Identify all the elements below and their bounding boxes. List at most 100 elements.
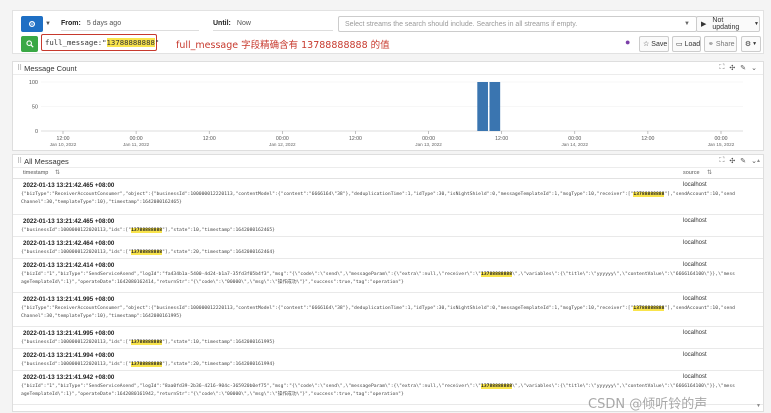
message-row[interactable]: 2022-01-13 13:21:41.994 +08:00 localhost {… (13, 349, 763, 371)
search-match-highlight: 13788888888 (131, 250, 163, 255)
gear-icon (28, 20, 36, 28)
message-text: {"businessId":1000000122020113,"ids":[" (21, 340, 132, 345)
message-body: {"businessId":1000000122020113,"ids":["1… (21, 249, 737, 257)
time-range-until[interactable]: Until: Now (213, 17, 333, 31)
message-body: {"businessId":1000000122020113,"ids":["1… (21, 227, 737, 235)
message-count-widget: ⠿ Message Count ⛶ ✣ ✎ ⌄ 100 50 0 12:00 Jan 1… (12, 61, 764, 151)
search-match-highlight: 13788888888 (131, 340, 163, 345)
until-label: Until: (213, 20, 231, 27)
load-search-button[interactable]: ▭ Load (672, 36, 701, 52)
sort-icon[interactable]: ⇅ (707, 169, 712, 176)
star-icon: ☆ (643, 41, 650, 48)
share-icon: ⚭ (708, 41, 714, 48)
message-row[interactable]: 2022-01-13 13:21:42.464 +08:00 localhost {… (13, 237, 763, 259)
chevron-down-icon[interactable]: ⌄ (751, 64, 757, 72)
message-row[interactable]: 2022-01-13 13:21:42.414 +08:00 localhost {… (13, 259, 763, 293)
drag-handle-icon[interactable]: ⠿ (17, 157, 22, 165)
column-header-timestamp[interactable]: timestamp (23, 170, 48, 176)
message-timestamp: 2022-01-13 13:21:41.942 +08:00 (23, 374, 115, 381)
stream-select[interactable]: Select streams the search should include… (338, 16, 697, 32)
message-timestamp: 2022-01-13 13:21:41.994 +08:00 (23, 352, 115, 359)
expand-icon[interactable]: ✣ (729, 157, 735, 165)
search-match-highlight: 13788888888 (131, 228, 163, 233)
save-label: Save (651, 40, 668, 48)
time-range-from[interactable]: From: 5 days ago (61, 17, 199, 31)
refresh-update-button[interactable]: ▶ Not updating ▼ (696, 16, 760, 32)
message-text: {"bizId":"1","bizType":"SendServiceAsend… (21, 272, 482, 277)
x-tick-date-label: Jan 15, 2022 (708, 142, 735, 147)
message-text: {"bizType":"ReceiverAccountConsumer","ob… (21, 192, 634, 197)
y-tick-label: 100 (29, 80, 38, 86)
message-source: localhost (683, 352, 707, 358)
message-count-header: ⠿ Message Count ⛶ ✣ ✎ ⌄ (13, 62, 763, 75)
column-header-source[interactable]: source (683, 170, 700, 176)
search-top-row: ▼ From: 5 days ago Until: Now Select str… (21, 16, 761, 32)
message-body: {"bizType":"ReceiverAccountConsumer","ob… (21, 191, 737, 207)
search-type-button[interactable] (21, 16, 43, 32)
widget-title: All Messages (24, 156, 69, 166)
widget-toolbar: ⛶ ✣ ✎ ⌄ (719, 64, 757, 72)
search-button[interactable] (21, 36, 38, 52)
scroll-down-icon[interactable]: ▼ (756, 403, 761, 409)
message-source: localhost (683, 262, 707, 268)
edit-icon[interactable]: ✎ (740, 64, 746, 72)
focus-icon[interactable]: ⛶ (719, 157, 724, 165)
refresh-update-label: Not updating (712, 17, 740, 31)
search-match-highlight: 13788888888 (633, 306, 665, 311)
x-tick-label: 12:00 (203, 136, 216, 142)
pin-icon[interactable]: ● (625, 37, 630, 47)
message-timestamp: 2022-01-13 13:21:41.995 +08:00 (23, 296, 115, 303)
message-timestamp: 2022-01-13 13:21:42.464 +08:00 (23, 240, 115, 247)
x-tick-label: 12:00 (495, 136, 508, 142)
edit-icon[interactable]: ✎ (740, 157, 746, 165)
x-tick-date-label: Jan 14, 2022 (561, 142, 588, 147)
messages-table-header: timestamp ⇅ source ⇅ (13, 168, 763, 179)
widget-title: Message Count (24, 63, 77, 73)
save-search-button[interactable]: ☆ Save (639, 36, 669, 52)
watermark: CSDN @倾听铃的声 (588, 397, 708, 412)
all-messages-header: ⠿ All Messages ⛶ ✣ ✎ ⌄ (13, 155, 763, 168)
message-timestamp: 2022-01-13 13:21:42.465 +08:00 (23, 218, 115, 225)
message-timestamp: 2022-01-13 13:21:42.414 +08:00 (23, 262, 115, 269)
message-text: {"bizId":"1","bizType":"SendServiceAsend… (21, 384, 482, 389)
messages-list: 2022-01-13 13:21:42.465 +08:00 localhost {… (13, 179, 763, 405)
chevron-down-icon: ▼ (754, 21, 759, 27)
scroll-up-icon[interactable]: ▲ (756, 158, 761, 164)
more-actions-button[interactable]: ⚙ ▼ (741, 36, 761, 52)
message-body: {"bizType":"ReceiverAccountConsumer","ob… (21, 305, 737, 321)
search-match-highlight: 13788888888 (131, 362, 163, 367)
message-text: "],"state":10,"timestamp":1642080162465} (162, 228, 275, 233)
message-source: localhost (683, 296, 707, 302)
message-row[interactable]: 2022-01-13 13:21:41.995 +08:00 localhost {… (13, 293, 763, 327)
drag-handle-icon[interactable]: ⠿ (17, 64, 22, 72)
query-field-name: full_message: (45, 38, 103, 47)
message-text: {"businessId":1000000122020113,"ids":[" (21, 362, 132, 367)
from-label: From: (61, 20, 81, 27)
sort-icon[interactable]: ⇅ (55, 169, 60, 176)
share-search-button[interactable]: ⚭ Share (704, 36, 737, 52)
message-row[interactable]: 2022-01-13 13:21:42.465 +08:00 localhost {… (13, 215, 763, 237)
search-type-dropdown[interactable]: ▼ (43, 16, 53, 32)
search-match-highlight: 13788888888 (481, 384, 513, 389)
expand-icon[interactable]: ✣ (729, 64, 735, 72)
x-tick-date-label: Jan 13, 2022 (415, 142, 442, 147)
message-source: localhost (683, 374, 707, 380)
message-text: {"bizType":"ReceiverAccountConsumer","ob… (21, 306, 634, 311)
all-messages-widget: ⠿ All Messages ⛶ ✣ ✎ ⌄ timestamp ⇅ sourc… (12, 154, 764, 412)
query-annotation: full_message 字段精确含有 13788888888 的值 (176, 40, 390, 51)
focus-icon[interactable]: ⛶ (719, 64, 724, 72)
message-row[interactable]: 2022-01-13 13:21:41.995 +08:00 localhost {… (13, 327, 763, 349)
search-icon (25, 40, 34, 48)
message-timestamp: 2022-01-13 13:21:42.465 +08:00 (23, 182, 115, 189)
folder-icon: ▭ (676, 41, 683, 48)
until-value: Now (236, 20, 251, 27)
message-row[interactable]: 2022-01-13 13:21:42.465 +08:00 localhost {… (13, 179, 763, 215)
message-text: {"businessId":1000000122020113,"ids":[" (21, 228, 132, 233)
play-icon: ▶ (701, 21, 707, 28)
search-query-input[interactable]: full_message: " 13788888888 " (41, 34, 159, 51)
message-text: "],"state":20,"timestamp":1642080162464} (162, 250, 275, 255)
search-match-highlight: 13788888888 (481, 272, 513, 277)
query-value: 13788888888 (106, 38, 155, 47)
message-text: {"businessId":1000000122020113,"ids":[" (21, 250, 132, 255)
y-tick-label: 0 (35, 129, 38, 135)
